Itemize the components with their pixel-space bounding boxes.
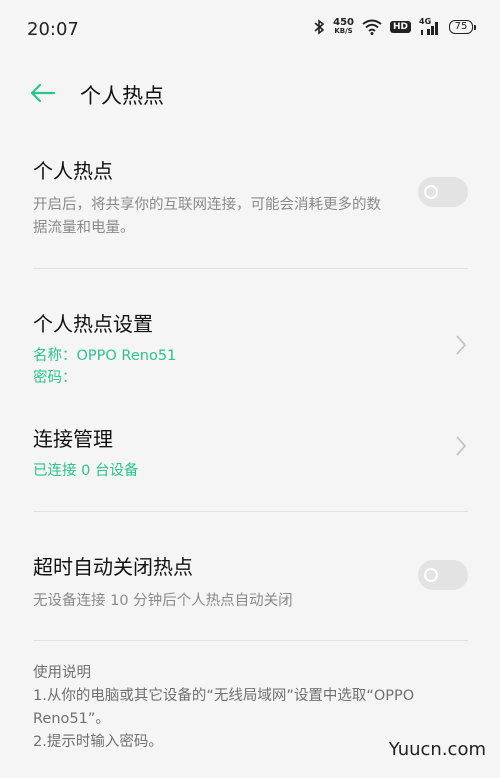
speed-unit: KB/S [334,27,353,35]
header: 个人热点 [0,70,500,118]
hotspot-title: 个人热点 [33,159,113,183]
bluetooth-icon [313,19,325,35]
toggle-knob [424,185,438,199]
speed-value: 450 [333,17,354,28]
hotspot-toggle[interactable] [418,177,468,207]
connection-status: 已连接 0 台设备 [33,463,139,479]
chevron-right-icon [454,435,468,457]
divider [33,268,468,269]
status-icons: 450 KB/S HD 4G 75 [313,17,476,36]
status-bar: 20:07 450 KB/S HD 4G 75 [0,0,500,60]
signal-icon: 4G [419,17,441,35]
hotspot-row[interactable]: 个人热点 开启后，将共享你的互联网连接，可能会消耗更多的数据流量和电量。 [33,155,468,240]
hd-icon: HD [389,21,411,33]
connection-management-title: 连接管理 [33,427,113,451]
connection-management-row[interactable]: 连接管理 已连接 0 台设备 [33,423,468,482]
status-time: 20:07 [27,19,79,40]
hotspot-name: 名称：OPPO Reno51 [33,348,177,364]
hotspot-settings-row[interactable]: 个人热点设置 名称：OPPO Reno51 密码： [33,308,468,389]
timeout-description: 无设备连接 10 分钟后个人热点自动关闭 [33,593,293,609]
toggle-knob [424,568,438,582]
timeout-title: 超时自动关闭热点 [33,555,193,579]
network-speed: 450 KB/S [333,18,354,36]
hotspot-description: 开启后，将共享你的互联网连接，可能会消耗更多的数据流量和电量。 [33,197,381,236]
instructions-heading: 使用说明 [33,665,91,681]
battery-icon: 75 [449,20,476,34]
network-type: 4G [419,17,432,26]
wifi-icon [362,19,382,35]
watermark: Yuucn.com [388,739,486,760]
timeout-toggle[interactable] [418,560,468,590]
chevron-right-icon [454,334,468,356]
divider [33,511,468,512]
timeout-row[interactable]: 超时自动关闭热点 无设备连接 10 分钟后个人热点自动关闭 [33,551,468,613]
page-title: 个人热点 [80,84,164,108]
instructions-step-1: 1.从你的电脑或其它设备的“无线局域网”设置中选取“OPPO Reno51”。 [33,688,415,727]
back-arrow-icon[interactable] [28,80,58,106]
divider [33,640,468,641]
hotspot-password: 密码： [33,370,77,386]
battery-level: 75 [449,20,473,34]
hotspot-settings-title: 个人热点设置 [33,312,153,336]
